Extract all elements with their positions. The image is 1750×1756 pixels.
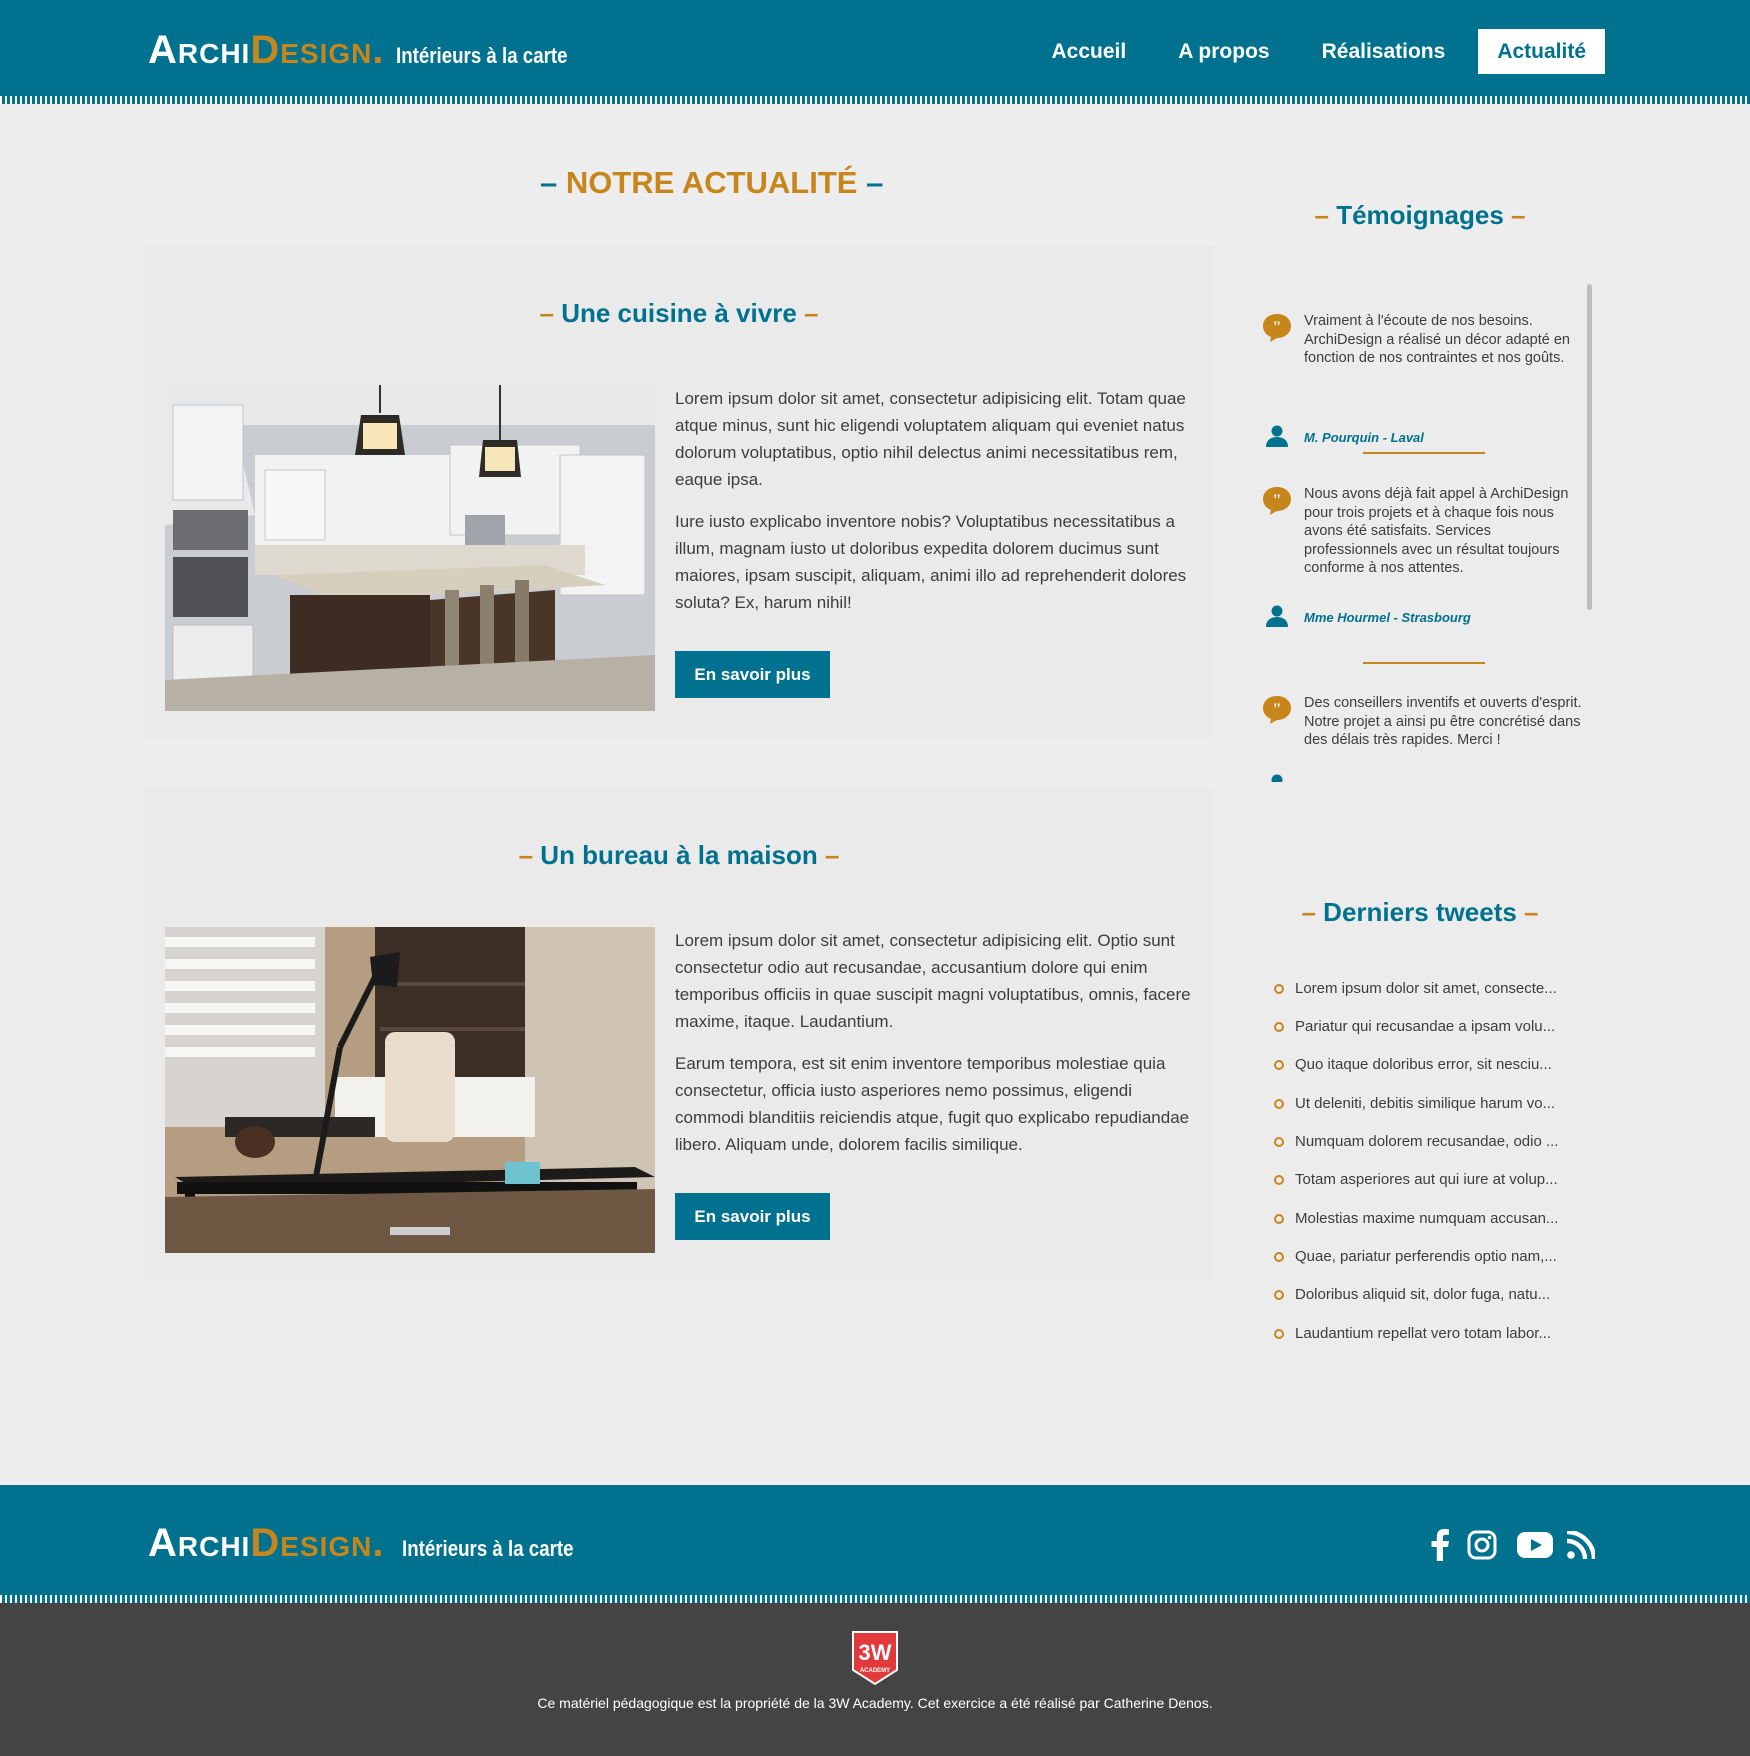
testimonial-author: M. Pourquin - Laval bbox=[1304, 430, 1424, 445]
youtube-icon[interactable] bbox=[1511, 1525, 1559, 1565]
svg-text:": " bbox=[1273, 492, 1282, 509]
brand-tagline: Intérieurs à la carte bbox=[396, 43, 568, 68]
tweet-item[interactable]: Quo itaque doloribus error, sit nesciu..… bbox=[1274, 1056, 1552, 1073]
article-title: – Une cuisine à vivre – bbox=[539, 298, 819, 328]
testimonial-text: Des conseillers inventifs et ouverts d'e… bbox=[1304, 695, 1582, 748]
bullet-circle-icon bbox=[1274, 1213, 1284, 1224]
logo-archi: Archi bbox=[148, 28, 251, 72]
academy-logo: 3W ACADEMY bbox=[852, 1631, 898, 1686]
instagram-icon[interactable] bbox=[1462, 1525, 1502, 1565]
tweet-item[interactable]: Pariatur qui recusandae a ipsam volu... bbox=[1274, 1018, 1555, 1035]
main-nav: Accueil A propos Réalisations Actualité bbox=[1033, 29, 1605, 74]
bullet-circle-icon bbox=[1274, 1021, 1284, 1032]
nav-realisations[interactable]: Réalisations bbox=[1303, 29, 1465, 74]
separator-line bbox=[1363, 662, 1485, 664]
svg-text:": " bbox=[1273, 701, 1282, 718]
article-body: Lorem ipsum dolor sit amet, consectetur … bbox=[675, 385, 1200, 631]
brand-logo[interactable]: Archi Design. Intérieurs à la carte bbox=[148, 28, 598, 73]
site-footer: Archi Design. Intérieurs à la carte bbox=[0, 1485, 1750, 1603]
rss-icon[interactable] bbox=[1561, 1525, 1601, 1565]
user-icon bbox=[1266, 425, 1288, 447]
read-more-button[interactable]: En savoir plus bbox=[675, 651, 830, 698]
article-paragraph: Earum tempora, est sit enim inventore te… bbox=[675, 1054, 1190, 1154]
logo-design: Design bbox=[250, 1521, 373, 1565]
tweet-item[interactable]: Totam asperiores aut qui iure at volup..… bbox=[1274, 1171, 1558, 1188]
testimonials-list[interactable]: " Vraiment à l'écoute de nos besoins. Ar… bbox=[1250, 282, 1590, 782]
header-tick-border bbox=[0, 96, 1750, 104]
svg-text:ACADEMY: ACADEMY bbox=[860, 1668, 890, 1674]
quote-icon: " bbox=[1263, 696, 1291, 724]
sub-footer: 3W ACADEMY Ce matériel pédagogique est l… bbox=[0, 1603, 1750, 1756]
svg-text:3W: 3W bbox=[859, 1640, 892, 1665]
site-header: Archi Design. Intérieurs à la carte Accue… bbox=[0, 0, 1750, 104]
testimonials-scrollbar[interactable] bbox=[1587, 284, 1592, 610]
brand-tagline: Intérieurs à la carte bbox=[402, 1536, 574, 1561]
copyright-text: Ce matériel pédagogique est la propriété… bbox=[537, 1695, 1213, 1711]
testimonial-text: Vraiment à l'écoute de nos besoins. Arch… bbox=[1304, 313, 1570, 366]
tweet-item[interactable]: Molestias maxime numquam accusan... bbox=[1274, 1210, 1558, 1227]
tweet-item[interactable]: Doloribus aliquid sit, dolor fuga, natu.… bbox=[1274, 1286, 1550, 1303]
nav-a-propos[interactable]: A propos bbox=[1159, 29, 1288, 74]
article-paragraph: Iure iusto explicabo inventore nobis? Vo… bbox=[675, 512, 1187, 612]
article-card: – Une cuisine à vivre – Lorem ipsum dolo… bbox=[144, 245, 1214, 738]
page-title-text: NOTRE ACTUALITÉ bbox=[565, 165, 858, 200]
bullet-circle-icon bbox=[1274, 1289, 1284, 1300]
testimonial-text: Nous avons déjà fait appel à ArchiDesign… bbox=[1304, 486, 1569, 576]
office-image bbox=[165, 927, 655, 1253]
tweets-title: – Derniers tweets – bbox=[1301, 897, 1539, 927]
tweet-item[interactable]: Laudantium repellat vero totam labor... bbox=[1274, 1325, 1551, 1342]
footer-tick-border bbox=[0, 1595, 1750, 1603]
bullet-circle-icon bbox=[1274, 1251, 1284, 1262]
tweets-panel: – Derniers tweets – Lorem ipsum dolor si… bbox=[1250, 815, 1590, 1385]
bullet-circle-icon bbox=[1274, 1174, 1284, 1185]
article-card: – Un bureau à la maison – Lorem ipsum do… bbox=[144, 787, 1214, 1280]
bullet-circle-icon bbox=[1274, 983, 1284, 994]
article-body: Lorem ipsum dolor sit amet, consectetur … bbox=[675, 927, 1200, 1173]
tweet-item[interactable]: Lorem ipsum dolor sit amet, consecte... bbox=[1274, 980, 1557, 997]
bullet-circle-icon bbox=[1274, 1328, 1284, 1339]
quote-icon: " bbox=[1263, 314, 1291, 342]
testimonial-author: Mme Hourmel - Strasbourg bbox=[1304, 610, 1471, 625]
separator-line bbox=[1363, 452, 1485, 454]
read-more-button[interactable]: En savoir plus bbox=[675, 1193, 830, 1240]
bullet-circle-icon bbox=[1274, 1098, 1284, 1109]
testimonials-title: – Témoignages – bbox=[1314, 200, 1526, 230]
tweet-item[interactable]: Ut deleniti, debitis similique harum vo.… bbox=[1274, 1095, 1555, 1112]
bullet-circle-icon bbox=[1274, 1136, 1284, 1147]
nav-actualite[interactable]: Actualité bbox=[1478, 29, 1605, 74]
page-title: – NOTRE ACTUALITÉ – bbox=[540, 165, 884, 200]
logo-dot: . bbox=[372, 1521, 385, 1565]
tweet-item[interactable]: Quae, pariatur perferendis optio nam,... bbox=[1274, 1248, 1557, 1265]
facebook-icon[interactable] bbox=[1420, 1525, 1460, 1565]
user-icon bbox=[1271, 774, 1283, 782]
logo-archi: Archi bbox=[148, 1521, 251, 1565]
logo-design: Design bbox=[250, 28, 373, 72]
footer-brand-logo[interactable]: Archi Design. Intérieurs à la carte bbox=[148, 1521, 604, 1566]
logo-dot: . bbox=[372, 28, 385, 72]
testimonials-clip bbox=[1250, 782, 1590, 802]
kitchen-image bbox=[165, 385, 655, 711]
bullet-circle-icon bbox=[1274, 1059, 1284, 1070]
article-paragraph: Lorem ipsum dolor sit amet, consectetur … bbox=[675, 931, 1191, 1031]
nav-accueil[interactable]: Accueil bbox=[1033, 29, 1146, 74]
quote-icon: " bbox=[1263, 487, 1291, 515]
user-icon bbox=[1266, 605, 1288, 627]
article-title: – Un bureau à la maison – bbox=[518, 840, 840, 870]
tweet-item[interactable]: Numquam dolorem recusandae, odio ... bbox=[1274, 1133, 1558, 1150]
svg-text:": " bbox=[1273, 319, 1282, 336]
article-paragraph: Lorem ipsum dolor sit amet, consectetur … bbox=[675, 389, 1186, 489]
